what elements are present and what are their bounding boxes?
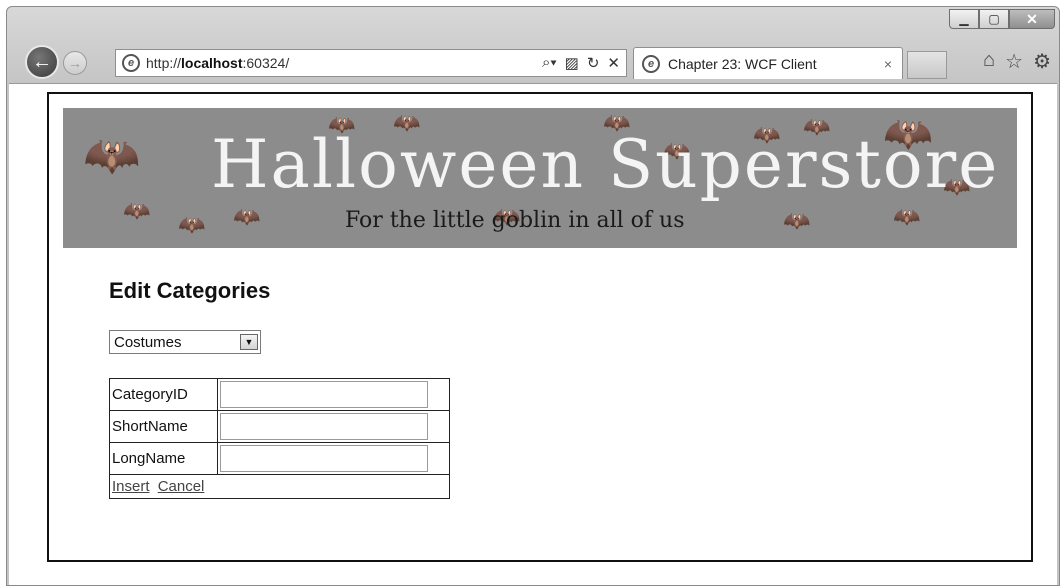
cancel-link[interactable]: Cancel (158, 478, 205, 495)
browser-tab-active[interactable]: e Chapter 23: WCF Client × (633, 47, 903, 79)
long-name-input[interactable] (220, 445, 428, 472)
page-title: Edit Categories (109, 278, 271, 303)
site-banner: 🦇 🦇 🦇 🦇 🦇 🦇 🦇 🦇 🦇 🦇 🦇 🦇 🦇 🦇 🦇 Halloween … (63, 108, 1017, 248)
maximize-button[interactable]: ▢ (979, 9, 1009, 29)
form-row-actions: Insert Cancel (109, 474, 450, 499)
address-bar-actions: ⌕▾ ▨ ↻ ✕ (542, 54, 620, 72)
bat-graphic: 🦇 (123, 198, 151, 223)
category-dropdown[interactable]: Costumes ▼ (109, 330, 261, 354)
tab-close-icon[interactable]: × (884, 56, 892, 72)
banner-subtitle: For the little goblin in all of us (345, 208, 685, 233)
form-row-short-name: ShortName (109, 410, 450, 443)
new-tab-button[interactable] (907, 51, 947, 79)
form-row-category-id: CategoryID (109, 378, 450, 411)
forward-arrow-icon[interactable]: → (63, 51, 87, 75)
stop-icon[interactable]: ✕ (607, 54, 620, 72)
address-url[interactable]: http://localhost:60324/ (146, 55, 289, 71)
refresh-icon[interactable]: ↻ (587, 54, 600, 72)
home-icon[interactable]: ⌂ (983, 49, 995, 74)
ie-page-icon: e (122, 54, 140, 72)
field-label: ShortName (109, 410, 218, 443)
field-label: CategoryID (109, 378, 218, 411)
gear-icon[interactable]: ⚙ (1033, 49, 1051, 74)
star-icon[interactable]: ☆ (1005, 49, 1023, 74)
category-dropdown-value: Costumes (114, 333, 182, 351)
bat-graphic: 🦇 (783, 208, 811, 233)
content-frame: 🦇 🦇 🦇 🦇 🦇 🦇 🦇 🦇 🦇 🦇 🦇 🦇 🦇 🦇 🦇 Halloween … (47, 92, 1033, 562)
category-insert-form: CategoryID ShortName LongName Insert Can… (109, 378, 450, 499)
close-window-button[interactable]: ✕ (1009, 9, 1055, 29)
navigation-bar: ← → e http://localhost:60324/ ⌕▾ ▨ ↻ ✕ e… (7, 43, 1059, 83)
category-id-input[interactable] (220, 381, 428, 408)
browser-window: ▁ ▢ ✕ ← → e http://localhost:60324/ ⌕▾ ▨… (6, 6, 1060, 586)
field-label: LongName (109, 442, 218, 475)
banner-title: Halloween Superstore (211, 126, 1000, 203)
minimize-button[interactable]: ▁ (949, 9, 979, 29)
back-arrow-icon[interactable]: ← (25, 45, 59, 79)
window-controls: ▁ ▢ ✕ (949, 9, 1055, 29)
insert-link[interactable]: Insert (112, 478, 150, 495)
bat-graphic: 🦇 (83, 129, 141, 181)
compatibility-view-icon[interactable]: ▨ (565, 54, 579, 72)
ie-tab-icon: e (642, 54, 660, 73)
chevron-down-icon[interactable]: ▼ (240, 334, 258, 350)
page-viewport: 🦇 🦇 🦇 🦇 🦇 🦇 🦇 🦇 🦇 🦇 🦇 🦇 🦇 🦇 🦇 Halloween … (9, 83, 1057, 585)
browser-toolbar: ⌂ ☆ ⚙ (983, 49, 1051, 74)
bat-graphic: 🦇 (893, 204, 921, 229)
form-row-long-name: LongName (109, 442, 450, 475)
address-bar[interactable]: e http://localhost:60324/ ⌕▾ ▨ ↻ ✕ (115, 49, 627, 77)
bat-graphic: 🦇 (178, 212, 206, 237)
short-name-input[interactable] (220, 413, 428, 440)
tab-title: Chapter 23: WCF Client (668, 55, 817, 72)
bat-graphic: 🦇 (233, 204, 261, 229)
search-icon[interactable]: ⌕▾ (542, 54, 557, 72)
